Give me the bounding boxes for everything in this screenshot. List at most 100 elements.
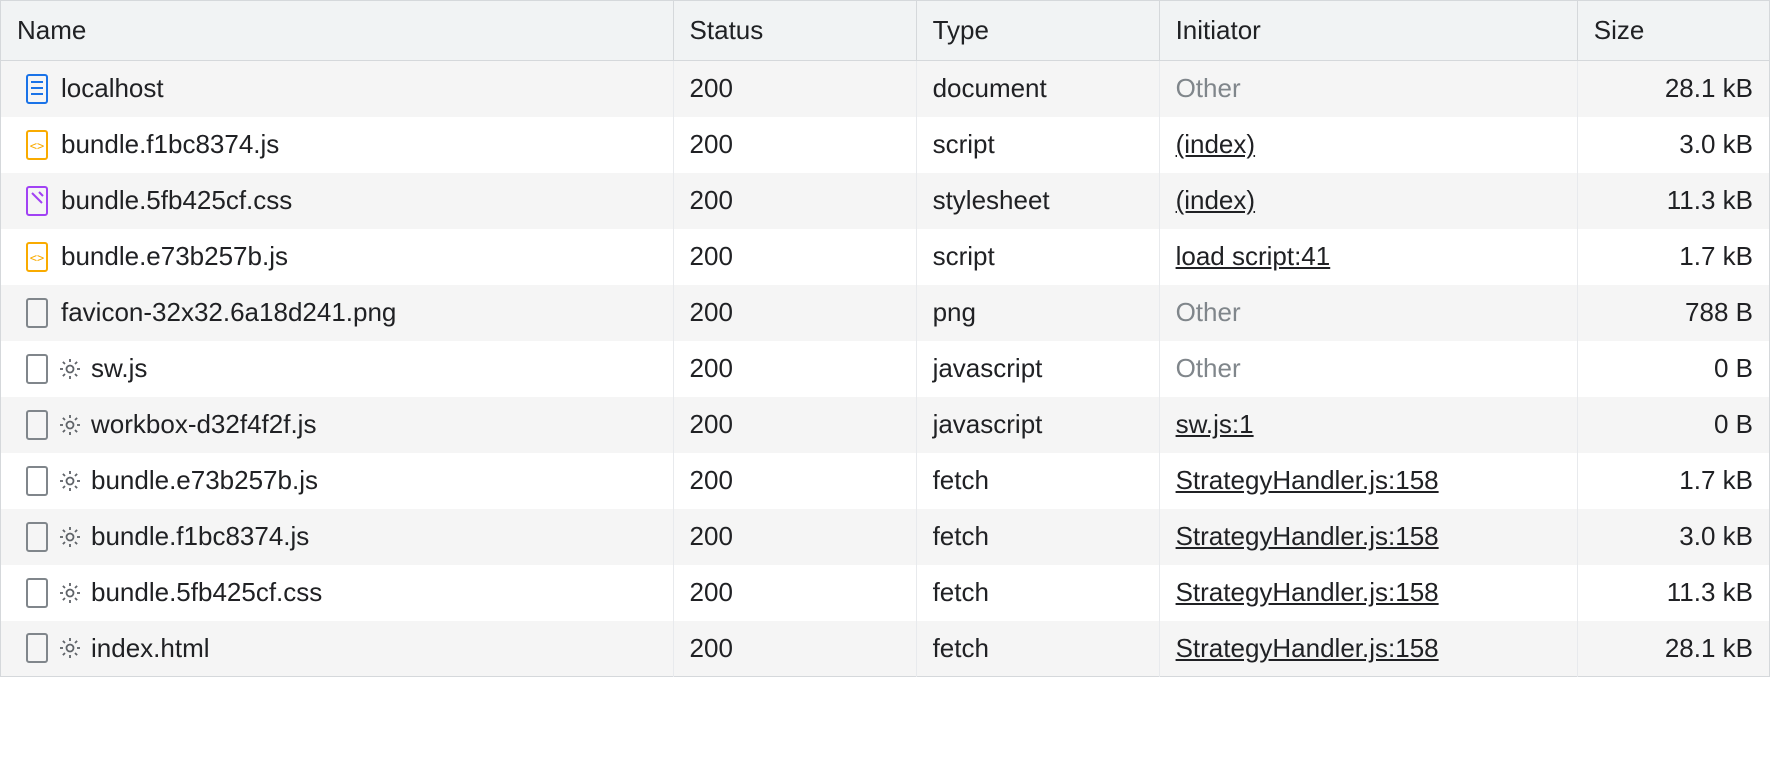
cell-type: stylesheet — [916, 173, 1159, 229]
cell-name[interactable]: workbox-d32f4f2f.js — [1, 397, 674, 453]
request-name: index.html — [91, 633, 210, 664]
table-row[interactable]: bundle.5fb425cf.css 200stylesheet (index) 1… — [1, 173, 1770, 229]
cell-size: 11.3 kB — [1577, 565, 1769, 621]
cell-size: 11.3 kB — [1577, 173, 1769, 229]
request-name: sw.js — [91, 353, 147, 384]
request-name: favicon-32x32.6a18d241.png — [61, 297, 396, 328]
cell-size: 28.1 kB — [1577, 621, 1769, 677]
blank-file-icon — [25, 522, 49, 552]
cell-name[interactable]: index.html — [1, 621, 674, 677]
cell-initiator: Other — [1159, 341, 1577, 397]
blank-file-icon — [25, 466, 49, 496]
blank-file-icon — [25, 578, 49, 608]
blank-file-icon — [25, 354, 49, 384]
cell-initiator: Other — [1159, 285, 1577, 341]
table-row[interactable]: bundle.f1bc8374.js 200fetch StrategyHandle… — [1, 509, 1770, 565]
gear-icon — [59, 526, 81, 548]
cell-size: 1.7 kB — [1577, 453, 1769, 509]
cell-status: 200 — [673, 61, 916, 117]
cell-initiator[interactable]: StrategyHandler.js:158 — [1159, 565, 1577, 621]
cell-type: javascript — [916, 397, 1159, 453]
cell-name[interactable]: localhost — [1, 61, 674, 117]
column-header-initiator[interactable]: Initiator — [1159, 1, 1577, 61]
initiator-link[interactable]: (index) — [1176, 185, 1255, 215]
cell-type: png — [916, 285, 1159, 341]
table-row[interactable]: localhost 200document Other 28.1 kB — [1, 61, 1770, 117]
table-row[interactable]: favicon-32x32.6a18d241.png 200png Other 788… — [1, 285, 1770, 341]
cell-size: 0 B — [1577, 397, 1769, 453]
initiator-link[interactable]: StrategyHandler.js:158 — [1176, 465, 1439, 495]
cell-status: 200 — [673, 453, 916, 509]
column-header-name[interactable]: Name — [1, 1, 674, 61]
cell-status: 200 — [673, 397, 916, 453]
table-row[interactable]: bundle.f1bc8374.js 200script (index) 3.0 kB — [1, 117, 1770, 173]
initiator-text: Other — [1176, 73, 1241, 103]
cell-size: 788 B — [1577, 285, 1769, 341]
table-row[interactable]: index.html200fetchStrategyHandler.js:158… — [1, 621, 1770, 677]
initiator-link[interactable]: sw.js:1 — [1176, 409, 1254, 439]
cell-size: 0 B — [1577, 341, 1769, 397]
table-row[interactable]: workbox-d32f4f2f.js 200javascript sw.js:1 0… — [1, 397, 1770, 453]
initiator-link[interactable]: load script:41 — [1176, 241, 1331, 271]
cell-size: 3.0 kB — [1577, 117, 1769, 173]
cell-status: 200 — [673, 341, 916, 397]
request-name: bundle.e73b257b.js — [61, 241, 288, 272]
cell-name[interactable]: bundle.e73b257b.js — [1, 229, 674, 285]
request-name: bundle.5fb425cf.css — [91, 577, 322, 608]
request-name: workbox-d32f4f2f.js — [91, 409, 316, 440]
table-row[interactable]: bundle.e73b257b.js200fetchStrategyHandle… — [1, 453, 1770, 509]
column-header-status[interactable]: Status — [673, 1, 916, 61]
cell-initiator[interactable]: sw.js:1 — [1159, 397, 1577, 453]
blank-file-icon — [25, 633, 49, 663]
blank-file-icon — [25, 298, 49, 328]
cell-status: 200 — [673, 509, 916, 565]
cell-initiator[interactable]: load script:41 — [1159, 229, 1577, 285]
table-row[interactable]: bundle.5fb425cf.css200fetchStrategyHandl… — [1, 565, 1770, 621]
cell-name[interactable]: bundle.5fb425cf.css — [1, 173, 674, 229]
request-name: localhost — [61, 73, 164, 104]
table-row[interactable]: bundle.e73b257b.js200scriptload script:4… — [1, 229, 1770, 285]
cell-initiator[interactable]: StrategyHandler.js:158 — [1159, 509, 1577, 565]
initiator-text: Other — [1176, 297, 1241, 327]
cell-type: document — [916, 61, 1159, 117]
cell-size: 28.1 kB — [1577, 61, 1769, 117]
blank-file-icon — [25, 410, 49, 440]
cell-status: 200 — [673, 117, 916, 173]
cell-name[interactable]: bundle.e73b257b.js — [1, 453, 674, 509]
cell-initiator: Other — [1159, 61, 1577, 117]
request-name: bundle.5fb425cf.css — [61, 185, 292, 216]
cell-status: 200 — [673, 173, 916, 229]
cell-initiator[interactable]: (index) — [1159, 173, 1577, 229]
cell-status: 200 — [673, 285, 916, 341]
column-header-type[interactable]: Type — [916, 1, 1159, 61]
cell-name[interactable]: favicon-32x32.6a18d241.png — [1, 285, 674, 341]
gear-icon — [59, 637, 81, 659]
cell-name[interactable]: bundle.f1bc8374.js — [1, 509, 674, 565]
cell-initiator[interactable]: StrategyHandler.js:158 — [1159, 621, 1577, 677]
column-header-size[interactable]: Size — [1577, 1, 1769, 61]
table-row[interactable]: sw.js200javascriptOther0 B — [1, 341, 1770, 397]
request-name: bundle.f1bc8374.js — [91, 521, 309, 552]
cell-type: fetch — [916, 509, 1159, 565]
js-file-icon — [25, 130, 49, 160]
cell-initiator[interactable]: (index) — [1159, 117, 1577, 173]
gear-icon — [59, 358, 81, 380]
initiator-link[interactable]: (index) — [1176, 129, 1255, 159]
request-name: bundle.e73b257b.js — [91, 465, 318, 496]
initiator-link[interactable]: StrategyHandler.js:158 — [1176, 633, 1439, 663]
initiator-link[interactable]: StrategyHandler.js:158 — [1176, 521, 1439, 551]
cell-status: 200 — [673, 229, 916, 285]
cell-name[interactable]: bundle.5fb425cf.css — [1, 565, 674, 621]
cell-type: fetch — [916, 565, 1159, 621]
initiator-text: Other — [1176, 353, 1241, 383]
cell-name[interactable]: sw.js — [1, 341, 674, 397]
cell-name[interactable]: bundle.f1bc8374.js — [1, 117, 674, 173]
table-header-row: Name Status Type Initiator Size — [1, 1, 1770, 61]
cell-type: script — [916, 117, 1159, 173]
gear-icon — [59, 582, 81, 604]
initiator-link[interactable]: StrategyHandler.js:158 — [1176, 577, 1439, 607]
request-name: bundle.f1bc8374.js — [61, 129, 279, 160]
cell-initiator[interactable]: StrategyHandler.js:158 — [1159, 453, 1577, 509]
cell-size: 3.0 kB — [1577, 509, 1769, 565]
gear-icon — [59, 470, 81, 492]
